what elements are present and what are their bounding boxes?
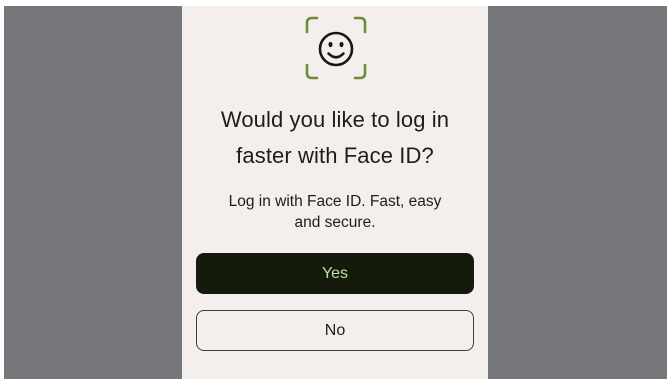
title-line-2: faster with Face ID? (236, 143, 434, 168)
yes-button[interactable]: Yes (196, 253, 474, 294)
no-button[interactable]: No (196, 310, 474, 351)
face-id-icon (304, 15, 368, 81)
backdrop: Would you like to log in faster with Fac… (4, 6, 667, 379)
yes-button-label: Yes (321, 264, 349, 282)
subtitle-line-2: and secure. (294, 214, 376, 231)
page-title: Would you like to log in faster with Fac… (182, 102, 488, 174)
page-subtitle: Log in with Face ID. Fast, easy and secu… (182, 191, 488, 233)
no-button-label: No (324, 321, 346, 339)
title-line-1: Would you like to log in (220, 107, 450, 132)
face-id-prompt-screen: Would you like to log in faster with Fac… (182, 6, 488, 379)
subtitle-line-1: Log in with Face ID. Fast, easy (228, 193, 442, 210)
